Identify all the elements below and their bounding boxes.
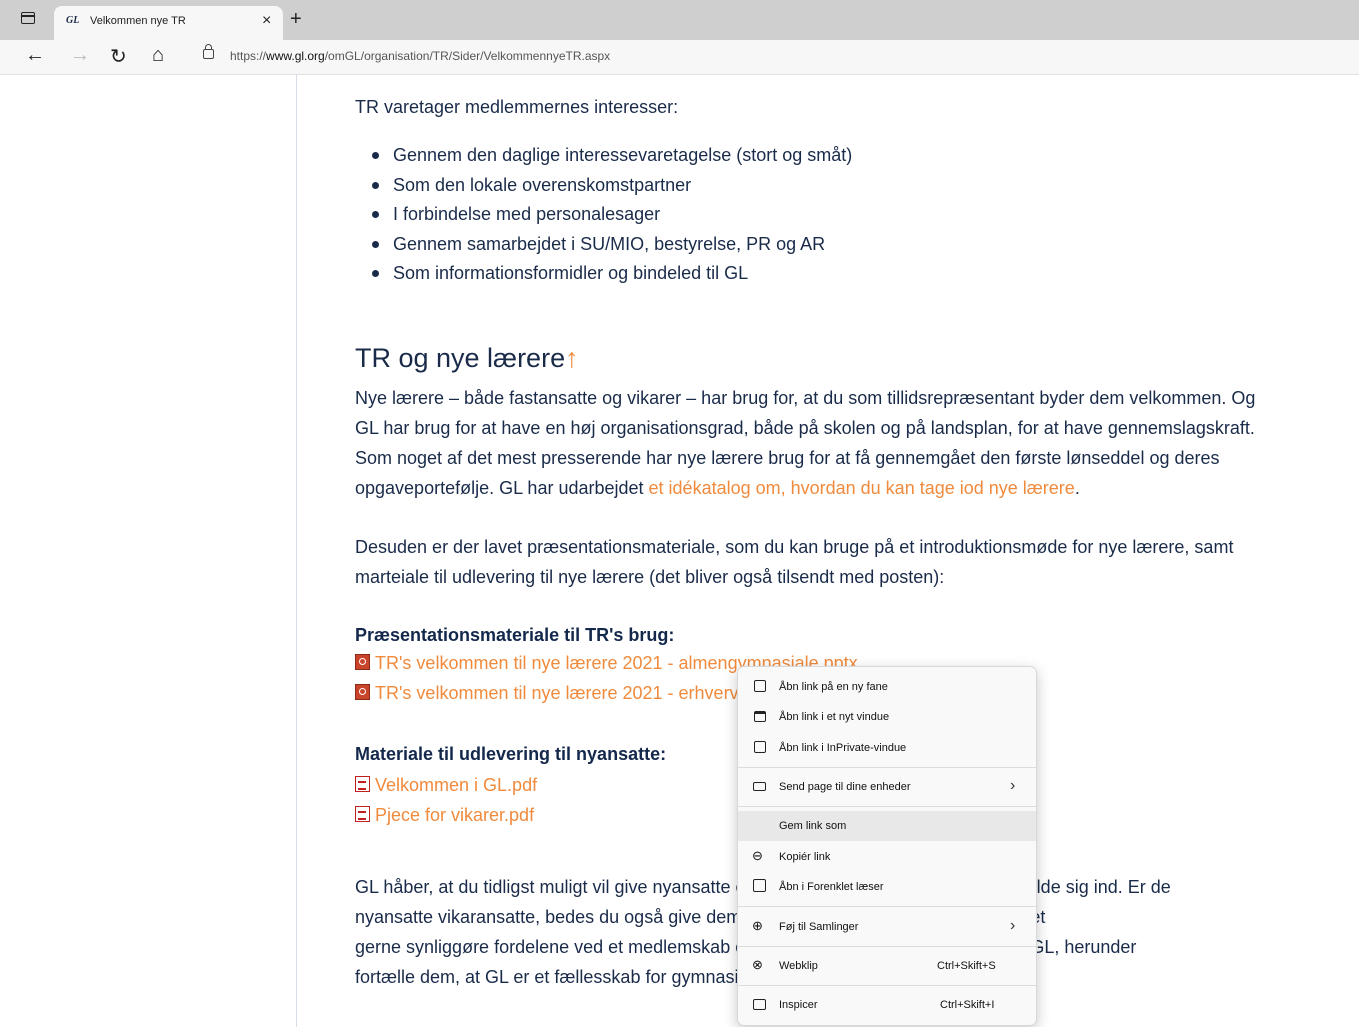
home-icon[interactable]: ⌂: [152, 44, 164, 67]
chevron-right-icon: ›: [1010, 917, 1016, 934]
inprivate-icon: [754, 741, 766, 753]
para1-text: opgaveportefølje. GL har udarbejdet: [355, 478, 649, 498]
url-path: /omGL/organisation/TR/Sider/Velkommennye…: [324, 49, 611, 63]
lock-icon[interactable]: [203, 44, 214, 59]
para2-line: Desuden er der lavet præsentationsmateri…: [355, 537, 1234, 557]
menu-separator: [738, 906, 1036, 907]
menu-item-open-inprivate[interactable]: Åbn link i InPrivate-vindue: [738, 733, 1036, 763]
menu-separator: [738, 946, 1036, 947]
menu-item-label: Føj til Samlinger: [779, 921, 859, 933]
favicon: GL: [66, 15, 80, 26]
list-item: I forbindelse med personalesager: [355, 200, 852, 230]
pptx-file-icon: [355, 684, 370, 700]
forward-icon[interactable]: →: [70, 44, 90, 67]
menu-separator: [738, 985, 1036, 986]
menu-item-label: Inspicer: [779, 999, 818, 1011]
menu-item-save-link-as[interactable]: Gem link som: [738, 811, 1036, 841]
heading-text: TR og nye lærere: [355, 343, 566, 373]
reader-icon: [753, 879, 766, 892]
section-heading: TR og nye lærere↑: [355, 343, 579, 374]
collections-icon: ⊕: [752, 918, 763, 933]
address-bar[interactable]: https://www.gl.org/omGL/organisation/TR/…: [230, 49, 610, 63]
menu-item-label: Åbn i Forenklet læser: [779, 881, 884, 893]
menu-item-open-new-tab[interactable]: Åbn link på en ny fane: [738, 672, 1036, 702]
para1-line: Som noget af det mest presserende har ny…: [355, 448, 1220, 468]
new-tab-icon[interactable]: +: [290, 8, 302, 31]
para1-end: .: [1074, 478, 1080, 498]
menu-item-inspect[interactable]: Inspicer Ctrl+Skift+I: [738, 990, 1036, 1020]
back-to-top-icon[interactable]: ↑: [565, 343, 579, 373]
menu-separator: [738, 767, 1036, 768]
para1-line: GL har brug for at have en høj organisat…: [355, 418, 1255, 438]
url-prefix: https://: [230, 49, 267, 63]
menu-item-label: Åbn link i et nyt vindue: [779, 711, 890, 723]
tab-strip: GL Velkommen nye TR × +: [0, 0, 1359, 40]
list-item: Gennem den daglige interessevaretagelse …: [355, 141, 852, 171]
chevron-right-icon: ›: [1010, 777, 1016, 794]
menu-item-copy-link[interactable]: ⊖ Kopiér link: [738, 842, 1036, 872]
file-link-pdf[interactable]: Pjece for vikarer.pdf: [355, 805, 534, 826]
list-item: Som informationsformidler og bindeled ti…: [355, 259, 852, 289]
menu-item-label: Åbn link i InPrivate-vindue: [779, 742, 907, 754]
tab-active[interactable]: GL Velkommen nye TR ×: [54, 6, 283, 40]
menu-item-webclip[interactable]: ⊗ Webklip Ctrl+Skift+S: [738, 951, 1036, 981]
paragraph-1: Nye lærere – både fastansatte og vikarer…: [355, 383, 1285, 503]
link-icon: ⊖: [752, 848, 763, 863]
menu-item-immersive-reader[interactable]: Åbn i Forenklet læser: [738, 872, 1036, 902]
idea-catalog-link[interactable]: et idékatalog om, hvordan du kan tage io…: [649, 478, 1075, 498]
menu-item-add-to-collections[interactable]: ⊕ Føj til Samlinger ›: [738, 912, 1036, 942]
para2-line: marteiale til udlevering til nye lærere …: [355, 567, 945, 587]
menu-item-label: Webklip: [779, 960, 818, 972]
devices-icon: [753, 782, 766, 791]
list-item: Som den lokale overenskomstpartner: [355, 171, 852, 201]
paragraph-2: Desuden er der lavet præsentationsmateri…: [355, 532, 1285, 592]
new-window-icon: [754, 711, 766, 722]
tab-title: Velkommen nye TR: [90, 15, 186, 27]
context-menu: Åbn link på en ny fane Åbn link i et nyt…: [737, 666, 1037, 1026]
url-domain: www.gl.org: [266, 49, 325, 63]
handout-heading: Materiale til udlevering til nyansatte:: [355, 744, 667, 764]
pdf-file-icon: [355, 806, 370, 822]
menu-item-label: Åbn link på en ny fane: [779, 681, 888, 693]
file-link-label: Velkommen i GL.pdf: [375, 775, 538, 795]
list-item: Gennem samarbejdet i SU/MIO, bestyrelse,…: [355, 230, 852, 260]
menu-separator: [738, 806, 1036, 807]
intro-text: TR varetager medlemmernes interesser:: [355, 97, 679, 117]
file-link-pdf[interactable]: Velkommen i GL.pdf: [355, 775, 537, 796]
shortcut-label: Ctrl+Skift+I: [940, 999, 995, 1011]
file-link-label: Pjece for vikarer.pdf: [375, 805, 535, 825]
menu-item-label: Kopiér link: [779, 851, 831, 863]
menu-item-open-new-window[interactable]: Åbn link i et nyt vindue: [738, 702, 1036, 732]
back-icon[interactable]: ←: [25, 44, 45, 67]
presentation-heading: Præsentationsmateriale til TR's brug:: [355, 625, 675, 645]
shortcut-label: Ctrl+Skift+S: [937, 960, 996, 972]
inspect-icon: [753, 999, 766, 1010]
pdf-file-icon: [355, 776, 370, 792]
para1-line: opgaveportefølje. GL har udarbejdet et i…: [355, 473, 1285, 503]
pptx-file-icon: [355, 654, 370, 670]
new-tab-icon: [754, 680, 766, 692]
bullet-list: Gennem den daglige interessevaretagelse …: [355, 141, 852, 289]
webclip-icon: ⊗: [752, 957, 763, 972]
tab-actions-icon[interactable]: [21, 12, 35, 24]
menu-item-label: Send page til dine enheder: [779, 781, 911, 793]
menu-item-send-to-devices[interactable]: Send page til dine enheder ›: [738, 772, 1036, 802]
menu-item-label: Gem link som: [779, 820, 847, 832]
para1-line: Nye lærere – både fastansatte og vikarer…: [355, 388, 1256, 408]
reload-icon[interactable]: ↻: [110, 44, 127, 69]
close-icon[interactable]: ×: [262, 12, 271, 30]
content-divider: [296, 75, 297, 1027]
